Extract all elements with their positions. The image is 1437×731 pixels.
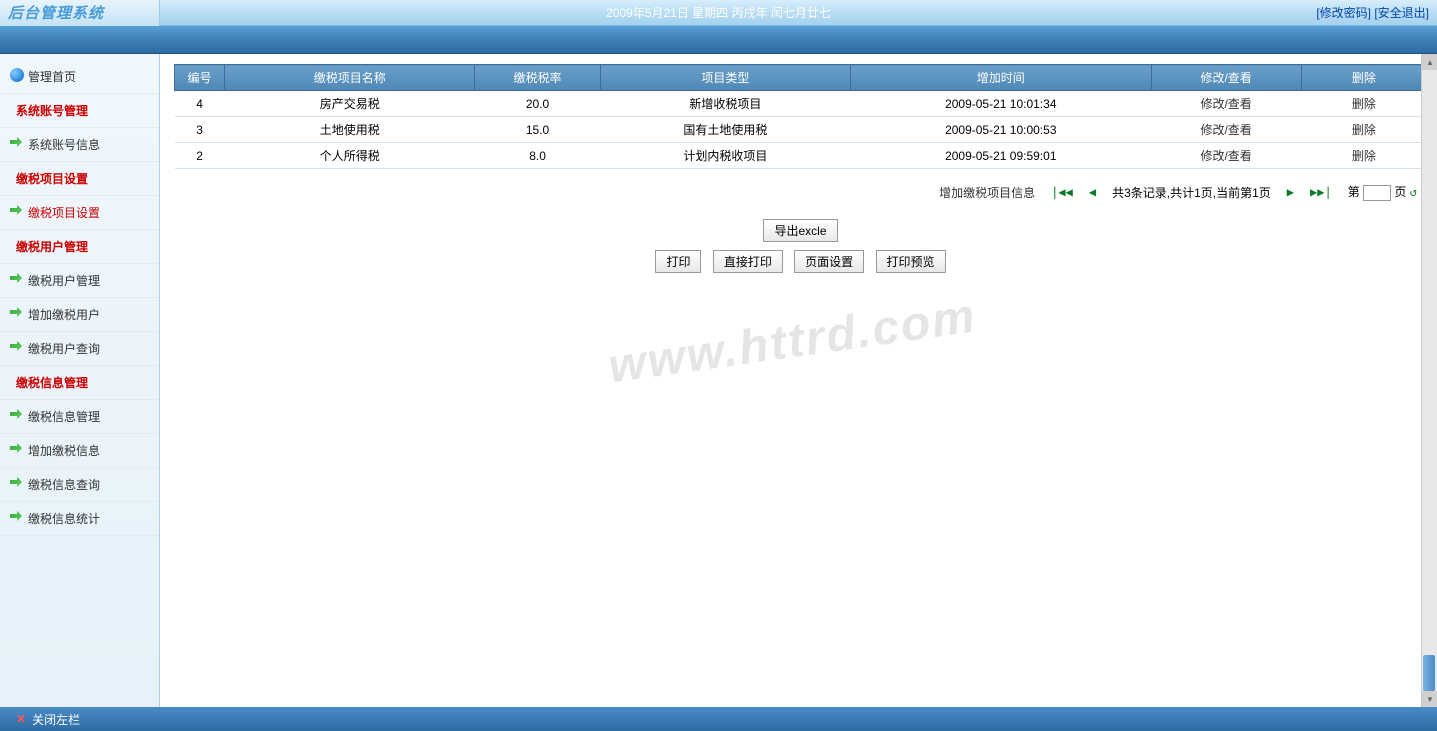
- sidebar-item-label: 缴税信息查询: [28, 478, 100, 492]
- cell-type: 计划内税收项目: [600, 143, 850, 169]
- close-icon: ✕: [16, 712, 26, 726]
- first-page-button[interactable]: |◀◀: [1051, 185, 1073, 199]
- cell-name: 个人所得税: [225, 143, 475, 169]
- sidebar-item[interactable]: 增加缴税信息: [0, 434, 159, 468]
- top-bar: 后台管理系统 2009年5月21日 星期四 丙戌年 闰七月廿七 [修改密码] […: [0, 0, 1437, 26]
- arrow-icon: [10, 341, 22, 351]
- watermark: www.httrd.com: [605, 288, 980, 394]
- sidebar-group-header: 缴税用户管理: [0, 230, 159, 264]
- sidebar-item-label: 系统账号信息: [28, 138, 100, 152]
- content-area: 编号缴税项目名称缴税税率项目类型增加时间修改/查看删除 4房产交易税20.0新增…: [160, 54, 1437, 707]
- arrow-icon: [10, 307, 22, 317]
- globe-icon: [10, 68, 24, 82]
- edit-view-link[interactable]: 修改/查看: [1200, 123, 1251, 137]
- next-page-button[interactable]: ▶: [1287, 185, 1294, 199]
- edit-view-link[interactable]: 修改/查看: [1200, 97, 1251, 111]
- cell-rate: 8.0: [475, 143, 600, 169]
- bottom-bar: ✕ 关闭左栏: [0, 707, 1437, 731]
- column-header: 编号: [175, 65, 225, 91]
- sidebar-group-header: 缴税项目设置: [0, 162, 159, 196]
- sidebar-item-label: 缴税项目设置: [28, 206, 100, 220]
- sidebar-group-header: 系统账号管理: [0, 94, 159, 128]
- sidebar-item[interactable]: 缴税信息管理: [0, 400, 159, 434]
- cell-id: 4: [175, 91, 225, 117]
- page-setup-button[interactable]: 页面设置: [794, 250, 864, 273]
- sidebar-home-label: 管理首页: [28, 70, 76, 84]
- cell-type: 新增收税项目: [600, 91, 850, 117]
- sidebar-item[interactable]: 缴税用户查询: [0, 332, 159, 366]
- cell-id: 3: [175, 117, 225, 143]
- logout-link[interactable]: [安全退出]: [1374, 6, 1429, 20]
- sidebar-item-label: 增加缴税用户: [28, 308, 100, 322]
- sidebar-item[interactable]: 系统账号信息: [0, 128, 159, 162]
- arrow-icon: [10, 273, 22, 283]
- arrow-icon: [10, 477, 22, 487]
- cell-time: 2009-05-21 09:59:01: [851, 143, 1151, 169]
- scroll-up-icon[interactable]: ▲: [1422, 54, 1437, 70]
- table-row: 2个人所得税8.0计划内税收项目2009-05-21 09:59:01 修改/查看…: [175, 143, 1427, 169]
- scrollbar[interactable]: ▲ ▼: [1421, 54, 1437, 707]
- sidebar-home[interactable]: 管理首页: [0, 60, 159, 94]
- sidebar-item-label: 缴税用户管理: [28, 274, 100, 288]
- delete-link[interactable]: 删除: [1352, 149, 1376, 163]
- second-bar: [0, 26, 1437, 54]
- cell-rate: 15.0: [475, 117, 600, 143]
- scroll-down-icon[interactable]: ▼: [1422, 691, 1437, 707]
- jump-group: 第 页 ↺: [1348, 183, 1417, 201]
- last-page-button[interactable]: ▶▶|: [1310, 185, 1332, 199]
- arrow-icon: [10, 443, 22, 453]
- pager: 增加缴税项目信息 |◀◀ ◀ 共3条记录,共计1页,当前第1页 ▶ ▶▶| 第 …: [174, 183, 1427, 201]
- cell-id: 2: [175, 143, 225, 169]
- print-button[interactable]: 打印: [655, 250, 701, 273]
- close-left-panel-link[interactable]: 关闭左栏: [32, 711, 80, 728]
- cell-name: 土地使用税: [225, 117, 475, 143]
- arrow-icon: [10, 511, 22, 521]
- add-record-link[interactable]: 增加缴税项目信息: [939, 184, 1035, 201]
- column-header: 项目类型: [600, 65, 850, 91]
- sidebar-item[interactable]: 缴税信息查询: [0, 468, 159, 502]
- column-header: 删除: [1301, 65, 1426, 91]
- arrow-icon: [10, 205, 22, 215]
- delete-link[interactable]: 删除: [1352, 123, 1376, 137]
- data-table: 编号缴税项目名称缴税税率项目类型增加时间修改/查看删除 4房产交易税20.0新增…: [174, 64, 1427, 169]
- cell-type: 国有土地使用税: [600, 117, 850, 143]
- top-links: [修改密码] [安全退出]: [1316, 4, 1437, 21]
- table-row: 4房产交易税20.0新增收税项目2009-05-21 10:01:34 修改/查看…: [175, 91, 1427, 117]
- cell-time: 2009-05-21 10:00:53: [851, 117, 1151, 143]
- page-jump-go[interactable]: ↺: [1410, 185, 1417, 199]
- sidebar-item-label: 增加缴税信息: [28, 444, 100, 458]
- sidebar-item[interactable]: 缴税信息统计: [0, 502, 159, 536]
- sidebar-item-label: 缴税用户查询: [28, 342, 100, 356]
- sidebar-item[interactable]: 缴税用户管理: [0, 264, 159, 298]
- page-jump-input[interactable]: [1363, 185, 1391, 201]
- logo: 后台管理系统: [0, 0, 160, 26]
- cell-time: 2009-05-21 10:01:34: [851, 91, 1151, 117]
- print-preview-button[interactable]: 打印预览: [876, 250, 946, 273]
- arrow-icon: [10, 137, 22, 147]
- column-header: 缴税项目名称: [225, 65, 475, 91]
- delete-link[interactable]: 删除: [1352, 97, 1376, 111]
- scroll-thumb[interactable]: [1423, 655, 1435, 691]
- prev-page-button[interactable]: ◀: [1089, 185, 1096, 199]
- column-header: 缴税税率: [475, 65, 600, 91]
- column-header: 增加时间: [851, 65, 1151, 91]
- pager-summary: 共3条记录,共计1页,当前第1页: [1112, 184, 1271, 201]
- sidebar-item-label: 缴税信息统计: [28, 512, 100, 526]
- arrow-icon: [10, 409, 22, 419]
- sidebar: 管理首页 系统账号管理系统账号信息缴税项目设置缴税项目设置缴税用户管理缴税用户管…: [0, 54, 160, 707]
- sidebar-group-header: 缴税信息管理: [0, 366, 159, 400]
- cell-rate: 20.0: [475, 91, 600, 117]
- change-password-link[interactable]: [修改密码]: [1316, 6, 1371, 20]
- column-header: 修改/查看: [1151, 65, 1301, 91]
- sidebar-item[interactable]: 缴税项目设置: [0, 196, 159, 230]
- cell-name: 房产交易税: [225, 91, 475, 117]
- export-excel-button[interactable]: 导出excle: [763, 219, 837, 242]
- table-row: 3土地使用税15.0国有土地使用税2009-05-21 10:00:53 修改/查…: [175, 117, 1427, 143]
- sidebar-item[interactable]: 增加缴税用户: [0, 298, 159, 332]
- edit-view-link[interactable]: 修改/查看: [1200, 149, 1251, 163]
- sidebar-item-label: 缴税信息管理: [28, 410, 100, 424]
- date-display: 2009年5月21日 星期四 丙戌年 闰七月廿七: [606, 4, 831, 21]
- direct-print-button[interactable]: 直接打印: [713, 250, 783, 273]
